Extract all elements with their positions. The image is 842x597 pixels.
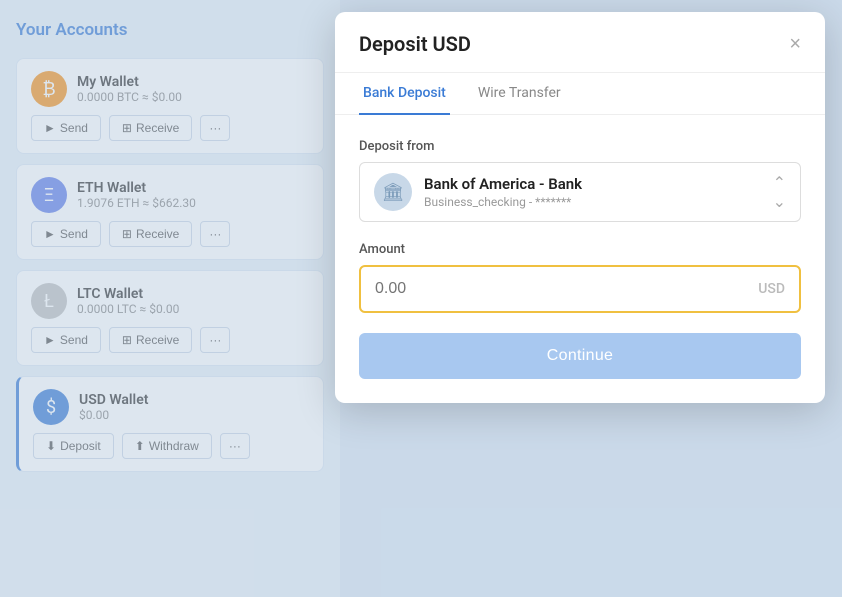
bank-selector[interactable]: 🏛 Bank of America - Bank Business_checki…	[359, 162, 801, 222]
tab-wire-transfer[interactable]: Wire Transfer	[474, 73, 565, 115]
chevron-updown-icon: ⌃⌄	[773, 173, 786, 211]
bank-subtext: Business_checking - *******	[424, 195, 582, 209]
continue-button[interactable]: Continue	[359, 333, 801, 379]
modal-title: Deposit USD	[359, 32, 471, 56]
modal-body: Deposit from 🏛 Bank of America - Bank Bu…	[335, 115, 825, 403]
tab-bank-deposit[interactable]: Bank Deposit	[359, 73, 450, 115]
bank-name: Bank of America - Bank	[424, 175, 582, 193]
amount-input-wrapper: USD	[359, 265, 801, 313]
deposit-modal: Deposit USD × Bank Deposit Wire Transfer…	[335, 12, 825, 403]
amount-section: Amount USD	[359, 242, 801, 313]
amount-currency: USD	[758, 281, 785, 297]
modal-header: Deposit USD ×	[335, 12, 825, 73]
bank-icon: 🏛	[374, 173, 412, 211]
bank-info: 🏛 Bank of America - Bank Business_checki…	[374, 173, 582, 211]
amount-label: Amount	[359, 242, 801, 257]
modal-tabs: Bank Deposit Wire Transfer	[335, 73, 825, 115]
deposit-from-label: Deposit from	[359, 139, 801, 154]
modal-close-button[interactable]: ×	[789, 34, 801, 54]
amount-input[interactable]	[375, 280, 758, 298]
